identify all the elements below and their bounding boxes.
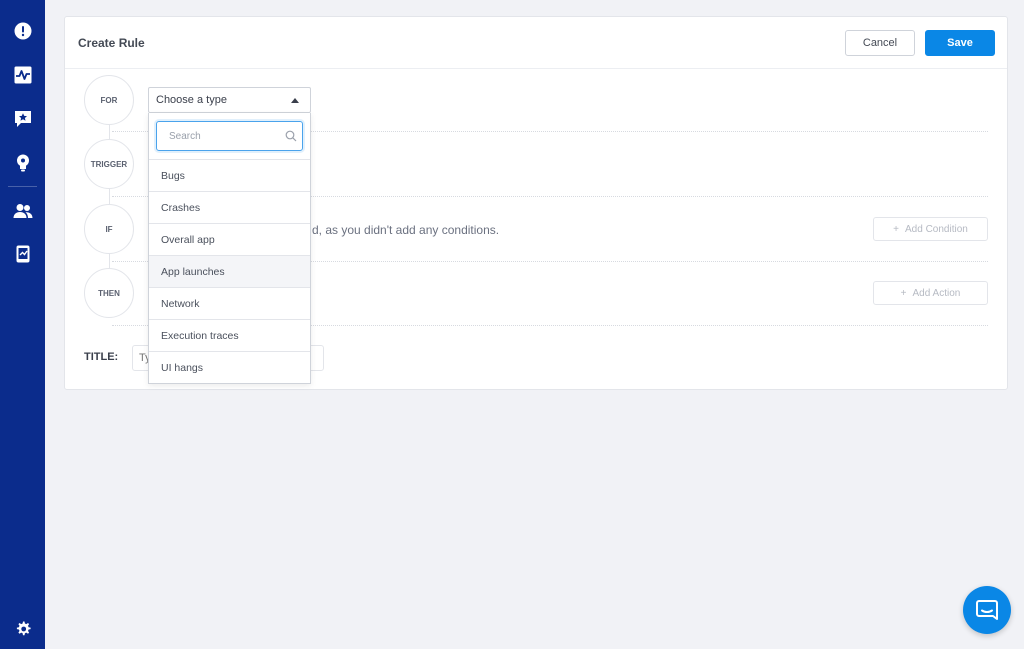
device-icon[interactable] [12,243,33,264]
sidebar-divider [8,186,37,187]
type-select-value: Choose a type [156,94,227,106]
type-dropdown: Bugs Crashes Overall app App launches Ne… [148,113,311,384]
gear-icon[interactable] [12,618,33,639]
feedback-star-icon[interactable] [12,108,33,129]
option-overall-app[interactable]: Overall app [149,223,310,255]
step-if: IF [84,204,134,254]
save-button[interactable]: Save [925,30,995,56]
lightbulb-icon[interactable] [12,152,33,173]
option-crashes[interactable]: Crashes [149,191,310,223]
page-title: Create Rule [78,36,145,50]
users-icon[interactable] [12,200,33,221]
option-list: Bugs Crashes Overall app App launches Ne… [149,159,310,383]
option-bugs[interactable]: Bugs [149,159,310,191]
add-condition-button[interactable]: + Add Condition [873,217,988,241]
option-execution-traces[interactable]: Execution traces [149,319,310,351]
search-icon [285,130,297,142]
chat-icon [976,600,998,620]
caret-up-icon [291,98,299,103]
chat-launcher-button[interactable] [963,586,1011,634]
plus-icon: + [893,223,899,235]
plus-icon: + [900,287,907,299]
activity-icon[interactable] [12,64,33,85]
search-input[interactable] [157,122,275,150]
cancel-button[interactable]: Cancel [845,30,915,56]
step-trigger: TRIGGER [84,139,134,189]
dropdown-search [156,121,303,151]
card-header: Create Rule Cancel Save [65,17,1007,69]
option-app-launches[interactable]: App launches [149,255,310,287]
add-action-button[interactable]: + Add Action [873,281,988,305]
option-ui-hangs[interactable]: UI hangs [149,351,310,383]
title-label: TITLE: [84,351,119,363]
alert-icon[interactable] [12,20,33,41]
add-condition-label: Add Condition [905,223,968,235]
step-for: FOR [84,75,134,125]
type-select[interactable]: Choose a type [148,87,311,113]
sidebar [0,0,45,649]
no-conditions-text: d, as you didn't add any conditions. [312,223,500,237]
add-action-label: Add Action [912,287,961,299]
option-network[interactable]: Network [149,287,310,319]
step-then: THEN [84,268,134,318]
